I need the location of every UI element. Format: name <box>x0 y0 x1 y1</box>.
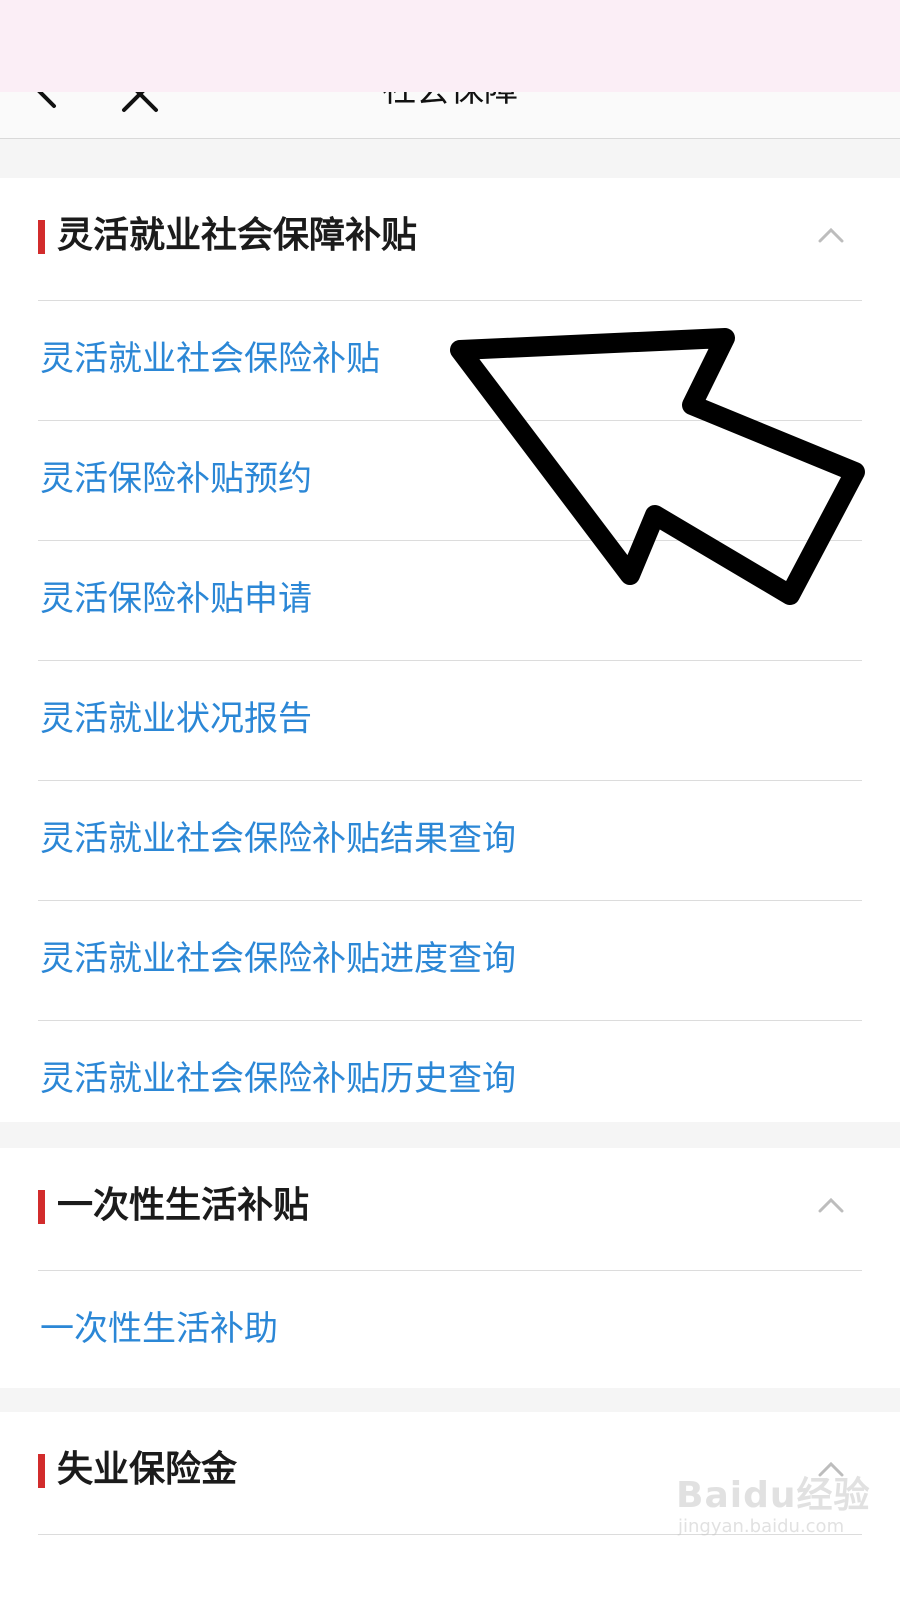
section-accent-bar <box>38 1190 45 1224</box>
watermark-logo: Baidu经验 <box>676 1475 871 1516</box>
list-item-link[interactable]: 灵活保险补贴申请 <box>40 571 312 627</box>
list-item[interactable]: 灵活就业社会保险补贴进度查询 <box>38 900 862 1020</box>
section-accent-bar <box>38 1454 45 1488</box>
list-item-link[interactable]: 灵活就业社会保险补贴进度查询 <box>40 931 516 987</box>
list-item-link[interactable]: 灵活就业社会保险补贴历史查询 <box>40 1051 516 1107</box>
list-item-link[interactable]: 灵活就业状况报告 <box>40 691 312 747</box>
page-title: 社会保障 <box>0 92 900 111</box>
section-title: 灵活就业社会保障补贴 <box>57 215 418 256</box>
list-item-link[interactable]: 灵活就业社会保险补贴 <box>40 331 380 387</box>
list-item[interactable]: 一次性生活补助 <box>38 1270 862 1390</box>
list-item-link[interactable]: 灵活就业社会保险补贴结果查询 <box>40 811 516 867</box>
status-bar <box>0 0 900 92</box>
nav-bar: 社会保障 <box>0 92 900 139</box>
section-title: 失业保险金 <box>57 1449 238 1490</box>
section-accent-bar <box>38 220 45 254</box>
list-item-link[interactable]: 一次性生活补助 <box>40 1301 278 1357</box>
list-item-link[interactable]: 灵活保险补贴预约 <box>40 451 312 507</box>
list-item[interactable]: 灵活就业状况报告 <box>38 660 862 780</box>
section-header[interactable]: 灵活就业社会保障补贴 <box>0 178 900 300</box>
section-items: 一次性生活补助 <box>0 1270 900 1390</box>
list-item[interactable]: 灵活就业社会保险补贴结果查询 <box>38 780 862 900</box>
section-header[interactable]: 一次性生活补贴 <box>0 1148 900 1270</box>
section-one-time-subsidy: 一次性生活补贴 一次性生活补助 <box>0 1148 900 1388</box>
watermark: Baidu经验 jingyan.baidu.com <box>676 1466 869 1556</box>
annotation-arrow-icon <box>450 328 865 605</box>
list-item[interactable]: 灵活就业社会保险补贴历史查询 <box>38 1020 862 1140</box>
watermark-url: jingyan.baidu.com <box>678 1516 845 1537</box>
chevron-up-icon[interactable] <box>818 1196 844 1214</box>
chevron-up-icon[interactable] <box>818 226 844 244</box>
section-title: 一次性生活补贴 <box>57 1185 310 1226</box>
